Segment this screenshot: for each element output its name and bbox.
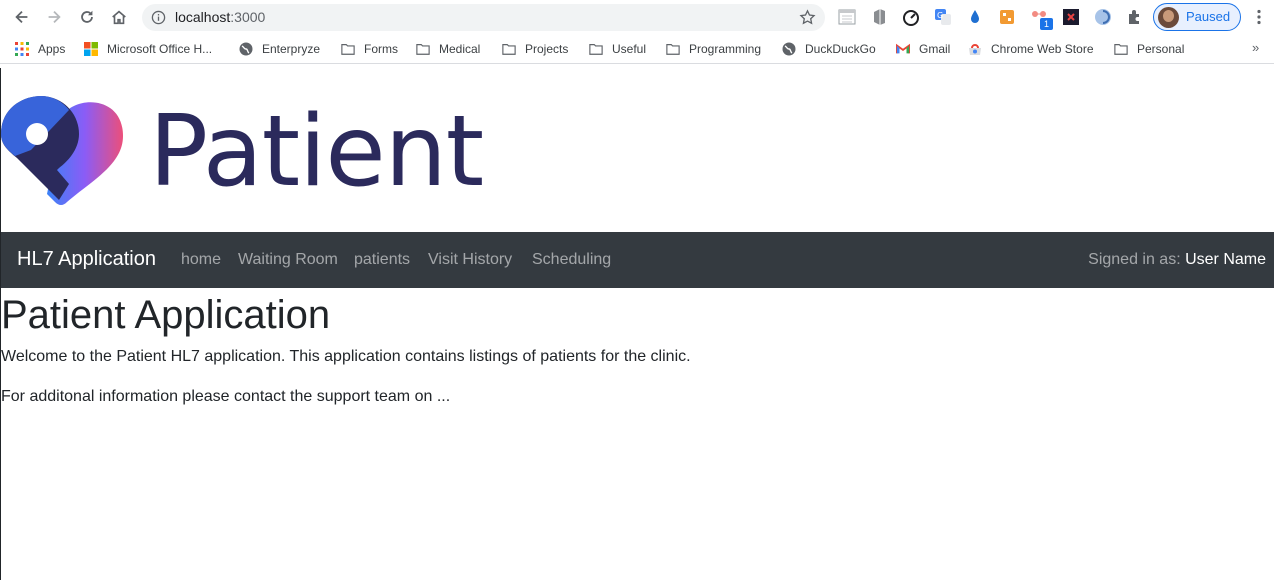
- bookmark-folder-useful[interactable]: Useful: [589, 41, 646, 57]
- signed-in-label: Signed in as:: [1088, 251, 1186, 268]
- navbar-brand[interactable]: HL7 Application: [17, 248, 156, 271]
- bookmark-label: Forms: [364, 42, 398, 56]
- more-bookmarks-chevron-icon[interactable]: »: [1252, 40, 1259, 55]
- bookmark-label: Projects: [525, 42, 569, 56]
- dark-extension-icon[interactable]: [1062, 8, 1080, 26]
- translate-extension-icon[interactable]: G: [934, 8, 952, 26]
- main-navbar: HL7 Application home Waiting Room patien…: [1, 232, 1274, 288]
- profile-avatar: [1158, 7, 1179, 28]
- home-button[interactable]: [109, 7, 129, 27]
- forward-button[interactable]: [44, 7, 64, 27]
- signed-in-user-name[interactable]: User Name: [1185, 251, 1266, 268]
- bookmark-label: DuckDuckGo: [805, 42, 876, 56]
- signed-in-indicator: Signed in as: User Name: [1088, 251, 1266, 269]
- support-paragraph: For additonal information please contact…: [1, 388, 451, 405]
- bookmark-label: Chrome Web Store: [991, 42, 1094, 56]
- url-port: :3000: [230, 9, 266, 25]
- bookmark-microsoft-office[interactable]: Microsoft Office H...: [84, 41, 212, 57]
- info-icon[interactable]: [151, 10, 166, 25]
- calendar-extension-icon[interactable]: [838, 8, 856, 26]
- home-icon: [112, 10, 126, 25]
- apps-grid-icon: [15, 42, 29, 56]
- folder-icon: [1114, 44, 1128, 55]
- folder-icon: [666, 44, 680, 55]
- address-bar[interactable]: localhost:3000: [142, 4, 825, 31]
- svg-text:G: G: [937, 11, 943, 20]
- page-viewport: Patient HL7 Application home Waiting Roo…: [0, 68, 1274, 580]
- url-host: localhost: [175, 9, 231, 25]
- bookmark-label: Enterpryze: [262, 42, 321, 56]
- bookmark-label: Microsoft Office H...: [107, 42, 213, 56]
- heart-pin-logo-icon: [1, 96, 123, 205]
- bookmark-duckduckgo[interactable]: DuckDuckGo: [782, 41, 876, 57]
- bookmark-label: Personal: [1137, 42, 1185, 56]
- profile-status-label: Paused: [1186, 9, 1231, 24]
- folder-icon: [502, 44, 516, 55]
- bookmark-label: Programming: [689, 42, 762, 56]
- welcome-paragraph: Welcome to the Patient HL7 application. …: [1, 348, 691, 365]
- bookmark-folder-programming[interactable]: Programming: [666, 41, 761, 57]
- patient-logo: Patient: [1, 94, 521, 209]
- folder-icon: [589, 44, 603, 55]
- back-button[interactable]: [12, 7, 32, 27]
- orange-extension-icon[interactable]: [998, 8, 1016, 26]
- back-arrow-icon: [15, 10, 28, 24]
- bookmark-folder-medical[interactable]: Medical: [416, 41, 480, 57]
- bookmark-folder-forms[interactable]: Forms: [341, 41, 398, 57]
- bookmark-gmail[interactable]: Gmail: [896, 41, 950, 57]
- folder-icon: [341, 44, 355, 55]
- browser-toolbar: localhost:3000 G 1 Paused: [0, 0, 1274, 34]
- page-title: Patient Application: [1, 293, 331, 337]
- bookmark-enterpryze[interactable]: Enterpryze: [239, 41, 320, 57]
- nav-link-home[interactable]: home: [181, 251, 221, 269]
- browser-menu-icon[interactable]: [1256, 9, 1262, 25]
- reload-icon: [81, 10, 93, 23]
- chrome-web-store-icon: [969, 44, 981, 55]
- speedometer-extension-icon[interactable]: [902, 8, 920, 26]
- folder-icon: [416, 44, 430, 55]
- bookmark-folder-personal[interactable]: Personal: [1114, 41, 1184, 57]
- reload-button[interactable]: [77, 7, 97, 27]
- bookmark-star-icon[interactable]: [799, 9, 816, 26]
- microsoft-icon: [84, 42, 98, 56]
- bookmark-label: Apps: [38, 42, 66, 56]
- logo-wordmark: Patient: [149, 95, 484, 209]
- bookmark-label: Useful: [612, 42, 647, 56]
- drop-extension-icon[interactable]: [966, 8, 984, 26]
- globe-icon: [782, 42, 796, 56]
- url-text[interactable]: localhost:3000: [175, 9, 265, 25]
- bookmark-chrome-web-store[interactable]: Chrome Web Store: [968, 41, 1094, 57]
- gmail-icon: [896, 43, 910, 54]
- bookmark-folder-projects[interactable]: Projects: [502, 41, 568, 57]
- nav-link-scheduling[interactable]: Scheduling: [532, 251, 611, 269]
- bookmark-label: Gmail: [919, 42, 951, 56]
- profile-button[interactable]: Paused: [1153, 3, 1241, 31]
- nav-link-patients[interactable]: patients: [354, 251, 410, 269]
- bookmarks-bar: Apps Microsoft Office H... Enterpryze Fo…: [0, 34, 1274, 64]
- nav-link-visit-history[interactable]: Visit History: [428, 251, 512, 269]
- office-extension-icon[interactable]: [870, 8, 888, 26]
- bookmark-apps[interactable]: Apps: [15, 41, 65, 57]
- blue-circle-extension-icon[interactable]: [1094, 8, 1112, 26]
- extension-badge: 1: [1040, 18, 1053, 30]
- bookmark-label: Medical: [439, 42, 481, 56]
- nav-link-waiting-room[interactable]: Waiting Room: [238, 251, 338, 269]
- puzzle-extensions-icon[interactable]: [1126, 8, 1144, 26]
- globe-icon: [239, 42, 253, 56]
- forward-arrow-icon: [48, 10, 61, 24]
